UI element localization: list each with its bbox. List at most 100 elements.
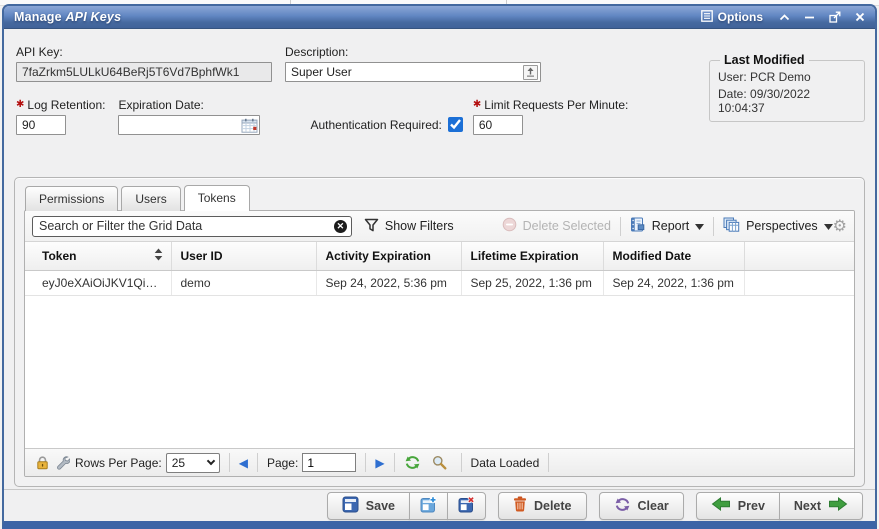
footer-separator <box>394 453 395 472</box>
perspectives-icon <box>723 217 740 235</box>
delete-button[interactable]: Delete <box>498 492 587 520</box>
rows-per-page-select[interactable]: 25 <box>166 453 220 473</box>
report-dropdown[interactable]: Report <box>630 217 705 235</box>
report-icon <box>630 217 646 235</box>
lock-icon[interactable] <box>35 455 50 470</box>
options-list-icon <box>701 10 713 25</box>
wrench-icon[interactable] <box>55 455 70 470</box>
search-input[interactable] <box>32 216 352 237</box>
grid-footer: Rows Per Page: 25 ◀ Page: ▶ <box>25 448 854 476</box>
required-asterisk: ✱ <box>16 100 24 110</box>
column-header-lifetime-expiration[interactable]: Lifetime Expiration <box>461 242 603 271</box>
filter-funnel-icon <box>364 218 379 235</box>
api-key-label: API Key: <box>16 44 272 59</box>
popout-icon[interactable] <box>829 11 841 23</box>
save-floppy-icon <box>342 496 359 516</box>
delete-selected-button[interactable]: Delete Selected <box>502 217 611 235</box>
options-button[interactable]: Options <box>701 10 763 25</box>
footer-separator <box>461 453 462 472</box>
save-and-new-button[interactable] <box>409 492 448 520</box>
tab-strip: Permissions Users Tokens <box>24 186 855 211</box>
prev-page-icon[interactable]: ◀ <box>239 456 248 470</box>
cell-lifetime-expiration[interactable]: Sep 25, 2022, 1:36 pm <box>461 271 603 296</box>
calendar-icon[interactable] <box>240 117 258 134</box>
required-asterisk: ✱ <box>473 100 481 110</box>
toolbar-separator <box>620 217 621 236</box>
column-header-empty <box>744 242 854 271</box>
form-area: API Key: Description: Last Modified User… <box>4 29 875 157</box>
table-row[interactable]: eyJ0eXAiOiJKV1QiLCJ... demo Sep 24, 2022… <box>25 271 854 296</box>
manage-api-keys-dialog: Manage API Keys Options <box>2 4 877 529</box>
save-button-group: Save <box>327 492 486 520</box>
grid-status-text: Data Loaded <box>471 456 540 470</box>
clear-search-icon[interactable]: ✕ <box>334 220 347 233</box>
footer-separator <box>257 453 258 472</box>
last-modified-legend: Last Modified <box>720 53 809 67</box>
cell-modified-date[interactable]: Sep 24, 2022, 1:36 pm <box>603 271 744 296</box>
save-and-close-button[interactable] <box>447 492 486 520</box>
refresh-icon[interactable] <box>404 455 421 470</box>
last-modified-panel: Last Modified User: PCR Demo Date: 09/30… <box>709 53 865 122</box>
toolbar-separator <box>713 217 714 236</box>
log-retention-field[interactable] <box>16 115 66 135</box>
column-header-user-id[interactable]: User ID <box>171 242 316 271</box>
cell-user-id[interactable]: demo <box>171 271 316 296</box>
arrow-left-icon <box>711 497 731 514</box>
log-retention-label: Log Retention: <box>27 98 105 112</box>
limit-rpm-field[interactable] <box>473 115 523 135</box>
clear-refresh-icon <box>614 497 631 515</box>
column-header-modified-date[interactable]: Modified Date <box>603 242 744 271</box>
page-number-input[interactable] <box>302 453 356 472</box>
footer-separator <box>365 453 366 472</box>
save-new-floppy-plus-icon <box>420 496 437 516</box>
auth-required-label: Authentication Required: <box>310 117 441 132</box>
tokens-grid: ✕ Show Filters Delete Selected <box>24 210 855 477</box>
save-button[interactable]: Save <box>327 492 410 520</box>
chevron-down-icon <box>824 219 833 233</box>
next-page-icon[interactable]: ▶ <box>375 456 384 470</box>
description-field[interactable] <box>285 62 541 82</box>
titlebar[interactable]: Manage API Keys Options <box>4 6 875 29</box>
arrow-right-icon <box>828 497 848 514</box>
column-header-token[interactable]: Token <box>25 242 171 271</box>
dialog-title: Manage API Keys <box>14 10 701 24</box>
next-button[interactable]: Next <box>779 492 863 520</box>
close-icon[interactable] <box>855 12 865 22</box>
cell-token[interactable]: eyJ0eXAiOiJKV1QiLCJ... <box>25 271 171 296</box>
description-label: Description: <box>285 44 541 59</box>
api-key-field[interactable] <box>16 62 272 82</box>
expand-editor-icon[interactable] <box>523 65 538 80</box>
tab-permissions[interactable]: Permissions <box>25 186 118 211</box>
last-modified-user: User: PCR Demo <box>718 70 856 84</box>
clear-button[interactable]: Clear <box>599 492 684 520</box>
expiration-date-field[interactable] <box>118 115 260 135</box>
limit-rpm-label: Limit Requests Per Minute: <box>484 98 628 112</box>
grid-table-area: Token User ID Activity Expiration Lifeti… <box>25 242 854 448</box>
search-record-icon[interactable] <box>432 455 447 470</box>
minimize-icon[interactable] <box>804 13 815 22</box>
show-filters-button[interactable]: Show Filters <box>364 218 454 235</box>
prev-button[interactable]: Prev <box>696 492 780 520</box>
grid-settings-gear-icon[interactable]: ⚙ <box>833 218 847 234</box>
cell-activity-expiration[interactable]: Sep 24, 2022, 5:36 pm <box>316 271 461 296</box>
prev-next-group: Prev Next <box>696 492 863 520</box>
perspectives-dropdown[interactable]: Perspectives <box>723 217 833 235</box>
tab-tokens[interactable]: Tokens <box>184 185 250 211</box>
chevron-down-icon <box>206 457 214 465</box>
screen: Manage API Keys Options <box>0 0 879 529</box>
rows-per-page-label: Rows Per Page: <box>75 456 162 470</box>
grid-toolbar: ✕ Show Filters Delete Selected <box>25 211 854 242</box>
header-row: Token User ID Activity Expiration Lifeti… <box>25 242 854 271</box>
save-close-floppy-x-icon <box>458 496 475 516</box>
sort-icon[interactable] <box>154 248 163 264</box>
tab-users[interactable]: Users <box>121 186 180 211</box>
page-label: Page: <box>267 456 298 470</box>
footer-separator <box>229 453 230 472</box>
column-header-activity-expiration[interactable]: Activity Expiration <box>316 242 461 271</box>
collapse-icon[interactable] <box>779 14 790 21</box>
tabs-panel: Permissions Users Tokens ✕ Show Filters <box>14 177 865 487</box>
footer-separator <box>548 453 549 472</box>
trash-icon <box>513 496 527 515</box>
last-modified-date: Date: 09/30/2022 10:04:37 <box>718 87 856 115</box>
auth-required-checkbox[interactable] <box>448 117 463 132</box>
